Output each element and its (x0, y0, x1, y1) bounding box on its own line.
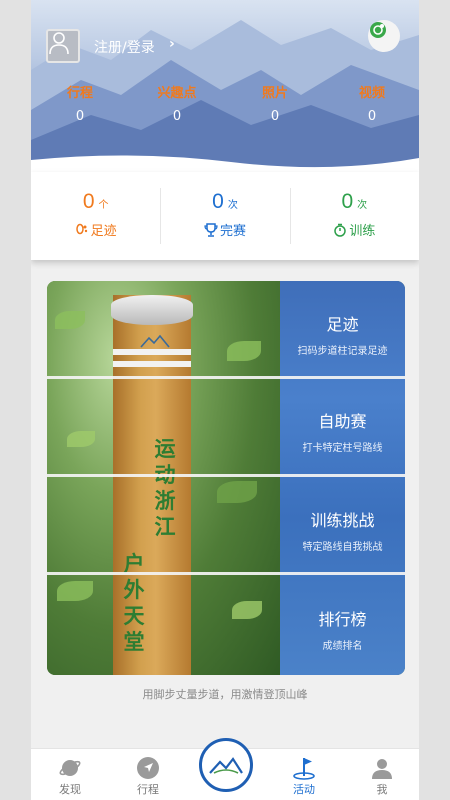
nav-trip[interactable]: 行程 (113, 755, 183, 797)
tile-footprints-title: 足迹 (326, 315, 359, 334)
planet-icon (59, 760, 81, 776)
nav-activity-label: 活动 (293, 783, 315, 796)
nav-me-label: 我 (376, 783, 388, 796)
summary-finished[interactable]: 0次 完赛 (160, 172, 289, 260)
tile-self-race-subtitle: 打卡特定柱号路线 (302, 443, 383, 454)
training-count: 0 (341, 190, 354, 213)
tile-leaderboard-title: 排行榜 (318, 610, 367, 629)
stat-poi-value: 0 (172, 109, 182, 124)
chat-bubble-icon (370, 22, 386, 38)
nav-discover[interactable]: 发现 (35, 755, 105, 797)
summary-footprints[interactable]: 0个 足迹 (31, 172, 160, 260)
tile-leaderboard-subtitle: 成绩排名 (322, 641, 363, 652)
stat-photos-label: 照片 (261, 86, 288, 101)
nav-discover-label: 发现 (59, 783, 81, 796)
person-icon (372, 759, 392, 779)
chevron-right-icon[interactable]: › (169, 36, 175, 52)
mountain-logo-icon (209, 757, 243, 774)
stat-trips-label: 行程 (66, 86, 93, 101)
avatar[interactable] (46, 29, 80, 63)
divider (47, 572, 405, 575)
footprint-icon (75, 223, 87, 234)
scan-center-button[interactable] (199, 738, 253, 792)
user-placeholder-icon (49, 32, 69, 55)
flag-icon (293, 758, 315, 780)
tile-self-race-title: 自助赛 (318, 412, 367, 431)
training-label: 训练 (349, 224, 376, 239)
slogan-text: 用脚步丈量步道，用激情登顶山峰 (142, 688, 308, 701)
stat-videos[interactable]: 视频 0 (337, 82, 407, 124)
footprints-label: 足迹 (90, 224, 117, 239)
stopwatch-icon (334, 223, 347, 237)
divider (47, 376, 405, 379)
footprints-unit: 个 (98, 200, 109, 211)
activity-panel: 运动浙江 户外天堂 足迹 扫码步道柱记录足迹 自助赛 打卡特定柱号路线 训练挑战… (47, 281, 405, 675)
training-unit: 次 (357, 200, 368, 211)
trail-post-cap (111, 295, 193, 325)
navigation-arrow-icon (137, 757, 159, 779)
trophy-icon (204, 222, 218, 237)
finished-count: 0 (212, 190, 224, 213)
stat-trips[interactable]: 行程 0 (45, 82, 115, 124)
right-margin (419, 0, 450, 800)
stat-photos-value: 0 (270, 109, 280, 124)
tile-training-subtitle: 特定路线自我挑战 (302, 542, 383, 553)
stat-videos-value: 0 (367, 109, 377, 124)
app-screen: 注册/登录 › 行程 0 兴趣点 0 照片 0 视频 0 0个 足迹 0 次 完… (31, 0, 419, 800)
summary-training[interactable]: 0次 训练 (289, 172, 419, 260)
tile-self-race[interactable]: 自助赛 打卡特定柱号路线 (280, 408, 405, 454)
profile-header: 注册/登录 › 行程 0 兴趣点 0 照片 0 视频 0 (31, 0, 419, 172)
mountain-logo-icon (140, 334, 170, 348)
stat-trips-value: 0 (75, 109, 85, 124)
divider (47, 474, 405, 477)
trail-post-photo: 运动浙江 户外天堂 (47, 281, 281, 675)
login-link[interactable]: 注册/登录 (94, 37, 155, 57)
nav-me[interactable]: 我 (347, 755, 417, 797)
tile-leaderboard[interactable]: 排行榜 成绩排名 (280, 606, 405, 652)
tile-training-title: 训练挑战 (310, 511, 375, 530)
stat-poi[interactable]: 兴趣点 0 (142, 82, 212, 124)
post-slogan-top: 运动浙江 (154, 437, 176, 539)
stat-poi-label: 兴趣点 (157, 86, 197, 101)
nav-trip-label: 行程 (137, 783, 159, 796)
stat-videos-label: 视频 (358, 86, 385, 101)
footprints-count: 0 (82, 190, 95, 213)
summary-card: 0个 足迹 0次 完赛 0次 训练 (31, 172, 419, 260)
finished-label: 完赛 (219, 224, 246, 239)
finished-unit: 次 (227, 200, 238, 211)
left-margin (0, 0, 31, 800)
message-button[interactable] (368, 20, 400, 52)
stat-photos[interactable]: 照片 0 (240, 82, 310, 124)
nav-activity[interactable]: 活动 (269, 755, 339, 797)
tile-training[interactable]: 训练挑战 特定路线自我挑战 (280, 507, 405, 553)
tile-footprints-subtitle: 扫码步道柱记录足迹 (297, 346, 388, 357)
tile-footprints[interactable]: 足迹 扫码步道柱记录足迹 (280, 311, 405, 357)
post-slogan-bottom: 户外天堂 (123, 552, 145, 654)
